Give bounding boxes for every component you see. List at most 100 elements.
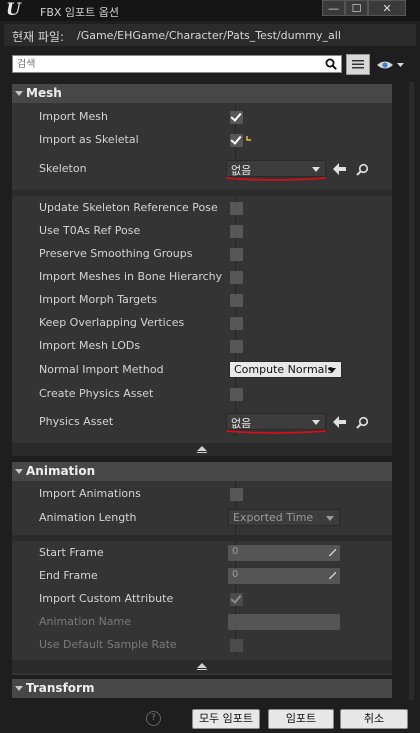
transform-section-title: Transform (26, 681, 95, 695)
use-t0-as-ref-pose-label: Use T0As Ref Pose (39, 224, 141, 237)
physics-asset-dropdown[interactable]: 없음 (226, 413, 326, 430)
collapse-up-icon (197, 446, 207, 453)
chevron-down-icon (312, 167, 320, 172)
transform-section-header[interactable]: Transform (12, 679, 392, 698)
search-input[interactable] (17, 57, 317, 71)
use-t0-as-ref-pose-row: Use T0As Ref Pose (12, 224, 392, 240)
window-title: FBX 임포트 옵션 (40, 6, 120, 19)
chevron-down-icon (328, 368, 336, 373)
view-options-button[interactable] (376, 57, 406, 73)
create-physics-asset-label: Create Physics Asset (39, 387, 154, 400)
minimize-button[interactable]: — (322, 0, 345, 16)
normal-import-method-value: Compute Normals (234, 363, 334, 376)
import-button[interactable]: 임포트 (268, 709, 334, 729)
start-frame-label: Start Frame (39, 546, 104, 559)
animation-length-label: Animation Length (39, 511, 137, 524)
start-frame-row: Start Frame 0 (12, 545, 392, 563)
import-mesh-lods-checkbox[interactable] (230, 340, 243, 353)
chevron-down-icon (326, 516, 334, 521)
import-all-button[interactable]: 모두 임포트 (192, 709, 260, 729)
collapse-advanced-button[interactable] (12, 443, 392, 456)
import-custom-attribute-checkbox[interactable] (230, 593, 243, 606)
import-mesh-lods-label: Import Mesh LODs (39, 339, 141, 352)
import-custom-attribute-label: Import Custom Attribute (39, 592, 174, 605)
end-frame-value: 0 (232, 569, 239, 580)
current-file-label: 현재 파일: (12, 30, 65, 44)
cancel-button[interactable]: 취소 (340, 709, 408, 729)
collapse-triangle-icon (15, 91, 23, 96)
collapse-up-icon (197, 663, 207, 670)
import-mesh-lods-row: Import Mesh LODs (12, 339, 392, 355)
animation-length-dropdown[interactable]: Exported Time (228, 509, 340, 526)
mesh-section-header[interactable]: Mesh (12, 84, 392, 103)
mesh-section-title: Mesh (26, 86, 62, 100)
skeleton-label: Skeleton (39, 162, 87, 175)
import-morph-targets-checkbox[interactable] (230, 294, 243, 307)
use-selected-asset-arrow-icon[interactable] (333, 163, 347, 175)
preserve-smoothing-groups-checkbox[interactable] (230, 248, 243, 261)
use-default-sample-rate-checkbox[interactable] (230, 639, 243, 652)
end-frame-input[interactable]: 0 (228, 568, 340, 584)
import-animations-row: Import Animations (12, 487, 392, 503)
skeleton-row: Skeleton 없음 (12, 160, 392, 181)
animation-name-input[interactable] (228, 614, 340, 630)
end-frame-row: End Frame 0 (12, 568, 392, 586)
use-default-sample-rate-row: Use Default Sample Rate (12, 638, 392, 654)
update-skeleton-ref-pose-checkbox[interactable] (230, 202, 243, 215)
collapse-advanced-button[interactable] (12, 660, 392, 673)
red-underline-annotation (225, 430, 327, 434)
end-frame-label: End Frame (39, 569, 98, 582)
import-morph-targets-label: Import Morph Targets (39, 293, 157, 306)
keep-overlapping-vertices-label: Keep Overlapping Vertices (39, 316, 185, 329)
animation-name-label: Animation Name (39, 615, 132, 628)
animation-length-row: Animation Length Exported Time (12, 509, 392, 527)
import-mesh-checkbox[interactable] (230, 111, 243, 124)
resize-grip-icon (329, 549, 336, 556)
import-as-skeletal-checkbox[interactable] (230, 134, 243, 147)
preserve-smoothing-groups-row: Preserve Smoothing Groups (12, 247, 392, 263)
red-underline-annotation (225, 177, 327, 181)
animation-section-title: Animation (26, 464, 96, 478)
animation-name-row: Animation Name (12, 614, 392, 632)
maximize-button[interactable]: ☐ (345, 0, 368, 16)
browse-asset-icon[interactable] (356, 163, 369, 176)
unreal-logo-icon: U (6, 0, 21, 20)
use-selected-asset-arrow-icon[interactable] (333, 416, 347, 428)
import-custom-attribute-row: Import Custom Attribute (12, 592, 392, 608)
start-frame-value: 0 (232, 546, 239, 557)
import-as-skeletal-label: Import as Skeletal (39, 133, 139, 146)
resize-grip-icon (329, 572, 336, 579)
eye-icon (377, 61, 404, 69)
keep-overlapping-vertices-row: Keep Overlapping Vertices (12, 316, 392, 332)
keep-overlapping-vertices-checkbox[interactable] (230, 317, 243, 330)
scrollbar[interactable] (409, 82, 414, 700)
import-as-skeletal-row: Import as Skeletal (12, 133, 392, 149)
import-meshes-in-bone-hierarchy-checkbox[interactable] (230, 271, 243, 284)
collapse-triangle-icon (15, 686, 23, 691)
normal-import-method-row: Normal Import Method Compute Normals (12, 361, 392, 379)
import-morph-targets-row: Import Morph Targets (12, 293, 392, 309)
physics-asset-label: Physics Asset (39, 415, 114, 428)
import-animations-label: Import Animations (39, 487, 141, 500)
reset-to-default-icon[interactable] (245, 135, 253, 143)
import-animations-checkbox[interactable] (230, 488, 243, 501)
skeleton-dropdown[interactable]: 없음 (226, 160, 326, 177)
normal-import-method-label: Normal Import Method (39, 363, 164, 376)
list-view-icon (352, 60, 364, 69)
close-button[interactable]: ✕ (368, 0, 406, 16)
start-frame-input[interactable]: 0 (228, 545, 340, 561)
import-meshes-in-bone-hierarchy-label: Import Meshes in Bone Hierarchy (39, 270, 223, 283)
preserve-smoothing-groups-label: Preserve Smoothing Groups (39, 247, 193, 260)
import-meshes-in-bone-hierarchy-row: Import Meshes in Bone Hierarchy (12, 270, 392, 286)
browse-asset-icon[interactable] (356, 416, 369, 429)
physics-asset-row: Physics Asset 없음 (12, 413, 392, 434)
normal-import-method-dropdown[interactable]: Compute Normals (229, 361, 342, 378)
list-view-button[interactable] (346, 54, 370, 75)
use-t0-as-ref-pose-checkbox[interactable] (230, 225, 243, 238)
animation-advanced-separator (12, 535, 392, 541)
help-icon[interactable]: ? (146, 711, 161, 726)
animation-section-header[interactable]: Animation (12, 462, 392, 481)
create-physics-asset-checkbox[interactable] (230, 388, 243, 401)
search-box[interactable] (12, 55, 342, 73)
search-icon[interactable] (325, 58, 337, 70)
